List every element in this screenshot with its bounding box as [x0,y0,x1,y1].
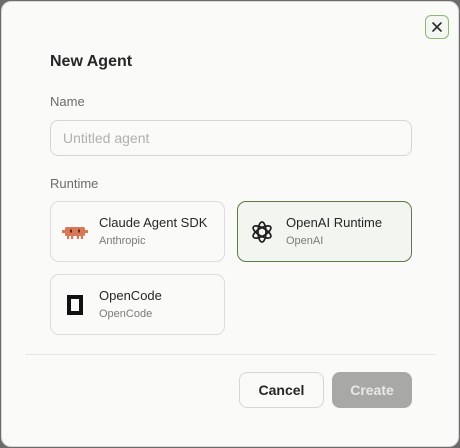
dialog-title: New Agent [50,53,133,70]
openai-icon [249,219,275,245]
close-button[interactable] [425,15,449,39]
new-agent-dialog: New Agent Name Runtime Claude Agent SDK … [1,1,459,447]
cancel-button[interactable]: Cancel [239,372,324,408]
claude-icon [62,219,88,245]
close-icon [432,22,442,32]
runtime-option-openai-runtime[interactable]: OpenAI Runtime OpenAI [237,201,412,262]
runtime-option-name: OpenAI Runtime [286,215,383,230]
opencode-icon [62,292,88,318]
runtime-option-name: OpenCode [99,288,162,303]
create-button[interactable]: Create [332,372,412,408]
runtime-option-provider: OpenAI [286,235,324,247]
runtime-option-claude-agent-sdk[interactable]: Claude Agent SDK Anthropic [50,201,225,262]
runtime-option-name: Claude Agent SDK [99,215,208,230]
name-label: Name [50,94,85,109]
runtime-label: Runtime [50,176,99,191]
runtime-option-provider: OpenCode [99,308,153,320]
footer-divider [26,354,436,355]
name-input[interactable] [50,120,412,156]
runtime-option-provider: Anthropic [99,235,146,247]
runtime-option-opencode[interactable]: OpenCode OpenCode [50,274,225,335]
